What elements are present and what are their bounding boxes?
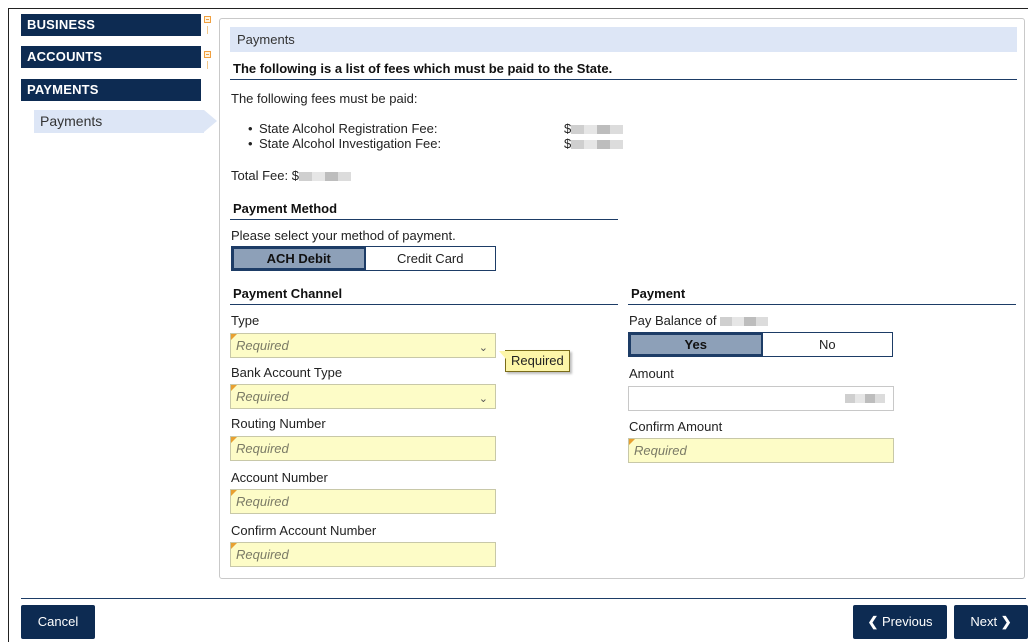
footer-divider <box>21 598 1026 599</box>
fee-amount: $ <box>564 136 624 151</box>
redacted-value <box>571 140 624 150</box>
payment-header: Payment <box>628 285 1016 305</box>
bank-account-type-label: Bank Account Type <box>231 365 343 380</box>
expand-icon[interactable] <box>204 51 211 58</box>
redacted-value <box>298 172 351 182</box>
amount-input[interactable] <box>628 386 894 411</box>
pay-balance-label: Pay Balance of <box>629 313 769 328</box>
confirm-amount-label: Confirm Amount <box>629 419 723 434</box>
next-button[interactable]: Next ❯ <box>954 605 1028 639</box>
redacted-value <box>571 125 624 135</box>
yes-option[interactable]: Yes <box>629 333 763 356</box>
tree-connector-icon <box>207 26 208 34</box>
amount-label: Amount <box>629 366 674 381</box>
payment-method-toggle: ACH Debit Credit Card <box>231 246 496 271</box>
confirm-account-number-label: Confirm Account Number <box>231 523 377 538</box>
cancel-button[interactable]: Cancel <box>21 605 95 639</box>
account-number-label: Account Number <box>231 470 328 485</box>
bank-account-type-select[interactable]: Required ⌄ <box>230 384 496 409</box>
chevron-left-icon: ❮ <box>867 614 879 629</box>
pay-balance-toggle: Yes No <box>628 332 893 357</box>
chevron-down-icon: ⌄ <box>478 393 488 405</box>
type-select[interactable]: Required ⌄ <box>230 333 496 358</box>
payment-method-header: Payment Method <box>230 200 618 220</box>
routing-number-label: Routing Number <box>231 416 326 431</box>
ach-debit-option[interactable]: ACH Debit <box>232 247 366 270</box>
confirm-account-number-input[interactable]: Required <box>230 542 496 567</box>
previous-button[interactable]: ❮ Previous <box>853 605 947 639</box>
payment-method-prompt: Please select your method of payment. <box>231 228 456 243</box>
routing-number-input[interactable]: Required <box>230 436 496 461</box>
redacted-value <box>720 317 769 327</box>
account-number-input[interactable]: Required <box>230 489 496 514</box>
sidebar-item-business[interactable]: BUSINESS <box>21 14 201 36</box>
redacted-value <box>845 394 885 403</box>
no-option[interactable]: No <box>762 333 892 356</box>
fee-amount: $ <box>564 121 624 136</box>
sidebar-item-payments[interactable]: PAYMENTS <box>21 79 201 101</box>
chevron-down-icon: ⌄ <box>478 342 488 354</box>
fee-label: State Alcohol Investigation Fee: <box>248 136 441 151</box>
total-fee: Total Fee: $ <box>231 168 351 183</box>
type-label: Type <box>231 313 260 328</box>
fees-header: The following is a list of fees which mu… <box>230 60 1017 80</box>
confirm-amount-input[interactable]: Required <box>628 438 894 463</box>
tree-connector-icon <box>207 61 208 69</box>
fees-intro: The following fees must be paid: <box>231 91 418 106</box>
expand-icon[interactable] <box>204 16 211 23</box>
sidebar-subitem-payments[interactable]: Payments <box>34 110 217 133</box>
page-title: Payments <box>230 27 1017 52</box>
payment-channel-header: Payment Channel <box>230 285 618 305</box>
credit-card-option[interactable]: Credit Card <box>365 247 495 270</box>
fee-label: State Alcohol Registration Fee: <box>248 121 437 136</box>
required-tooltip: Required <box>499 350 570 372</box>
sidebar-item-accounts[interactable]: ACCOUNTS <box>21 46 201 68</box>
chevron-right-icon: ❯ <box>1000 614 1012 629</box>
